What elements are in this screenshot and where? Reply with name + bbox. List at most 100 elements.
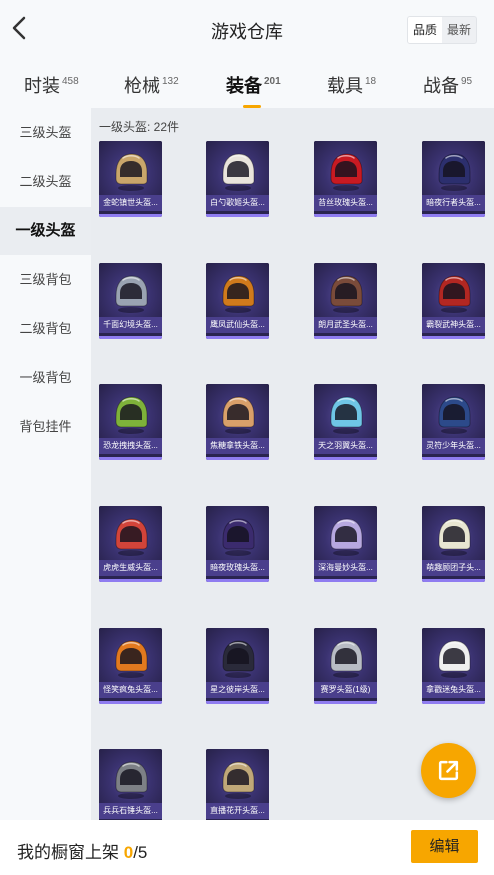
sidebar-item-level1-helmet[interactable]: 一级头盔	[0, 207, 91, 255]
helmet-icon	[330, 275, 363, 313]
item-grid-panel: 一级头盔: 22件 金蛇镇世头盔... 白勺歌姬头盔... 苔丝玫瑰头盔... 暗夜行…	[91, 108, 494, 825]
sort-toggle[interactable]: 品质 最新	[406, 16, 477, 44]
rarity-bar	[422, 701, 485, 704]
item-name: 恐龙拽拽头盔...	[99, 438, 162, 454]
rarity-bar	[206, 701, 269, 704]
helmet-item-card[interactable]: 苔丝玫瑰头盔...	[314, 141, 377, 217]
tab-supplies[interactable]: 战备 95	[423, 72, 472, 98]
sidebar-item-level2-backpack[interactable]: 二级背包	[0, 305, 91, 353]
item-count-label: 一级头盔: 22件	[99, 120, 180, 134]
header: 游戏仓库 品质 最新	[0, 0, 494, 58]
category-tabs: 时装 458 枪械 132 装备 201 载具 18 战备 95	[0, 58, 494, 108]
helmet-icon	[222, 153, 255, 191]
item-name: 怪笑疯兔头盔...	[99, 682, 162, 698]
tab-count: 95	[461, 76, 473, 87]
helmet-item-card[interactable]: 深海曼妙头盔...	[314, 506, 377, 582]
item-name: 朗月武圣头盔...	[314, 317, 377, 333]
rarity-bar	[206, 214, 269, 217]
rarity-bar	[99, 336, 162, 339]
rarity-bar	[314, 214, 377, 217]
helmet-item-card[interactable]: 兵兵石锤头盔...	[99, 749, 162, 825]
item-name: 苔丝玫瑰头盔...	[314, 195, 377, 211]
rarity-bar	[314, 701, 377, 704]
rarity-bar	[314, 457, 377, 460]
showcase-count: 0	[123, 843, 134, 862]
helmet-item-card[interactable]: 天之羽翼头盔...	[314, 384, 377, 460]
sidebar-item-backpack-charm[interactable]: 背包挂件	[0, 403, 91, 451]
rarity-bar	[422, 579, 485, 582]
rarity-bar	[99, 579, 162, 582]
rarity-bar	[206, 457, 269, 460]
share-icon	[438, 760, 459, 781]
helmet-icon	[438, 275, 471, 313]
item-name: 深海曼妙头盔...	[314, 560, 377, 576]
tab-equipment[interactable]: 装备 201	[226, 72, 281, 108]
rarity-bar	[206, 336, 269, 339]
helmet-item-card[interactable]: 灵符少年头盔...	[422, 384, 485, 460]
item-name: 赛罗头盔(1级)	[314, 682, 377, 698]
helmet-item-card[interactable]: 朗月武圣头盔...	[314, 263, 377, 339]
helmet-item-card[interactable]: 恐龙拽拽头盔...	[99, 384, 162, 460]
helmet-item-card[interactable]: 千面幻境头盔...	[99, 263, 162, 339]
tab-guns[interactable]: 枪械 132	[124, 72, 179, 98]
helmet-item-card[interactable]: 白勺歌姬头盔...	[206, 141, 269, 217]
helmet-item-card[interactable]: 直播花开头盔...	[206, 749, 269, 825]
helmet-icon	[438, 396, 471, 434]
helmet-icon	[330, 640, 363, 678]
helmet-icon	[222, 275, 255, 313]
edit-button[interactable]: 编辑	[411, 830, 478, 863]
helmet-item-card[interactable]: 虎虎生威头盔...	[99, 506, 162, 582]
tab-vehicles[interactable]: 载具 18	[327, 72, 376, 98]
sort-option-quality[interactable]: 品质	[407, 17, 442, 43]
item-name: 星之彼岸头盔...	[206, 682, 269, 698]
item-name: 兵兵石锤头盔...	[99, 803, 162, 819]
item-name: 焦糖拿铁头盔...	[206, 438, 269, 454]
sidebar-item-level2-helmet[interactable]: 二级头盔	[0, 158, 91, 206]
item-name: 萌趣顾团子头...	[422, 560, 485, 576]
item-name: 暗夜行者头盔...	[422, 195, 485, 211]
helmet-icon	[330, 518, 363, 556]
helmet-icon	[222, 640, 255, 678]
item-name: 拿戳迷兔头盔...	[422, 682, 485, 698]
helmet-item-card[interactable]: 怪笑疯兔头盔...	[99, 628, 162, 704]
helmet-item-card[interactable]: 霸裂武神头盔...	[422, 263, 485, 339]
tab-count: 201	[264, 76, 281, 87]
item-name: 鹰凤武仙头盔...	[206, 317, 269, 333]
sidebar-item-level3-backpack[interactable]: 三级背包	[0, 256, 91, 304]
rarity-bar	[99, 457, 162, 460]
helmet-icon	[115, 275, 148, 313]
tab-count: 18	[365, 76, 377, 87]
helmet-item-card[interactable]: 萌趣顾团子头...	[422, 506, 485, 582]
helmet-item-card[interactable]: 金蛇镇世头盔...	[99, 141, 162, 217]
sidebar-item-level3-helmet[interactable]: 三级头盔	[0, 109, 91, 157]
helmet-item-card[interactable]: 赛罗头盔(1级)	[314, 628, 377, 704]
helmet-icon	[438, 518, 471, 556]
showcase-label: 我的橱窗上架	[17, 843, 119, 862]
helmet-item-card[interactable]: 暗夜行者头盔...	[422, 141, 485, 217]
helmet-icon	[115, 640, 148, 678]
footer-bar: 我的橱窗上架 0/5 编辑	[0, 820, 494, 875]
item-name: 天之羽翼头盔...	[314, 438, 377, 454]
item-name: 千面幻境头盔...	[99, 317, 162, 333]
sort-option-newest[interactable]: 最新	[442, 17, 476, 43]
helmet-item-card[interactable]: 拿戳迷兔头盔...	[422, 628, 485, 704]
rarity-bar	[314, 579, 377, 582]
helmet-item-card[interactable]: 星之彼岸头盔...	[206, 628, 269, 704]
helmet-item-card[interactable]: 焦糖拿铁头盔...	[206, 384, 269, 460]
helmet-icon	[115, 396, 148, 434]
rarity-bar	[99, 701, 162, 704]
item-name: 灵符少年头盔...	[422, 438, 485, 454]
helmet-icon	[330, 153, 363, 191]
share-button[interactable]	[421, 743, 476, 798]
tab-fashion[interactable]: 时装 458	[24, 72, 79, 98]
helmet-icon	[438, 640, 471, 678]
rarity-bar	[422, 336, 485, 339]
rarity-bar	[422, 457, 485, 460]
rarity-bar	[422, 214, 485, 217]
sidebar-item-level1-backpack[interactable]: 一级背包	[0, 354, 91, 402]
item-name: 金蛇镇世头盔...	[99, 195, 162, 211]
item-name: 暗夜玫瑰头盔...	[206, 560, 269, 576]
showcase-total: /5	[133, 843, 148, 862]
helmet-item-card[interactable]: 暗夜玫瑰头盔...	[206, 506, 269, 582]
helmet-item-card[interactable]: 鹰凤武仙头盔...	[206, 263, 269, 339]
